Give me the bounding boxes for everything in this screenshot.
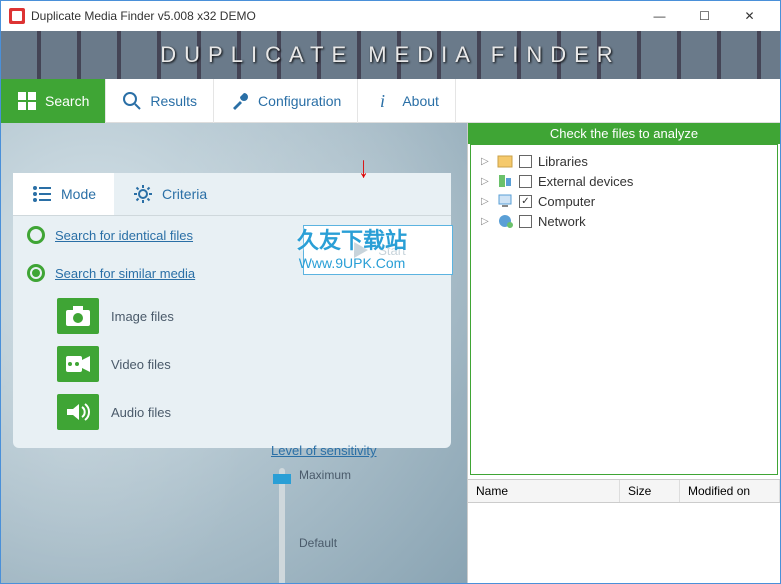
caret-icon[interactable]: ▷ bbox=[481, 176, 491, 187]
minimize-button[interactable]: — bbox=[637, 2, 682, 30]
option-similar-label[interactable]: Search for similar media bbox=[55, 266, 195, 281]
info-icon: i bbox=[374, 91, 394, 111]
left-pane: Mode Criteria Search for identical files… bbox=[1, 123, 467, 583]
search-grid-icon bbox=[17, 91, 37, 111]
file-grid-header: Name Size Modified on bbox=[468, 479, 780, 503]
tab-about-label: About bbox=[402, 93, 439, 109]
caret-icon[interactable]: ▷ bbox=[481, 196, 491, 207]
camera-icon bbox=[57, 298, 99, 334]
media-audio-row[interactable]: Audio files bbox=[13, 388, 451, 436]
option-identical-label[interactable]: Search for identical files bbox=[55, 228, 193, 243]
checkbox-network[interactable] bbox=[519, 215, 532, 228]
svg-text:i: i bbox=[380, 91, 385, 111]
caret-icon[interactable]: ▷ bbox=[481, 216, 491, 227]
col-size[interactable]: Size bbox=[620, 480, 680, 502]
sens-max-label: Maximum bbox=[299, 468, 351, 482]
radio-similar[interactable] bbox=[27, 264, 45, 282]
tree-item-network[interactable]: ▷ Network bbox=[481, 211, 767, 231]
watermark: 久友下载站 Www.9UPK.Com bbox=[297, 223, 407, 271]
media-image-label: Image files bbox=[111, 309, 174, 324]
tree-item-external[interactable]: ▷ External devices bbox=[481, 171, 767, 191]
tab-search-label: Search bbox=[45, 93, 89, 109]
right-header: Check the files to analyze bbox=[468, 123, 780, 144]
sensitivity-title: Level of sensitivity bbox=[271, 443, 421, 458]
media-video-row[interactable]: Video files bbox=[13, 340, 451, 388]
main-toolbar: Search Results Configuration i About bbox=[1, 79, 780, 123]
banner: DUPLICATE MEDIA FINDER bbox=[1, 31, 780, 79]
watermark-url: Www.9UPK.Com bbox=[297, 255, 407, 271]
slider-thumb[interactable] bbox=[273, 474, 291, 484]
banner-text: DUPLICATE MEDIA FINDER bbox=[160, 42, 620, 68]
col-modified[interactable]: Modified on bbox=[680, 480, 780, 502]
titlebar: Duplicate Media Finder v5.008 x32 DEMO —… bbox=[1, 1, 780, 31]
subtab-mode-label: Mode bbox=[61, 186, 96, 202]
right-pane: Check the files to analyze ▷ Libraries ▷… bbox=[467, 123, 780, 583]
location-tree[interactable]: ▷ Libraries ▷ External devices ▷ ✓ Compu… bbox=[470, 144, 778, 475]
search-panel: Mode Criteria Search for identical files… bbox=[13, 173, 451, 448]
media-video-label: Video files bbox=[111, 357, 171, 372]
col-name[interactable]: Name bbox=[468, 480, 620, 502]
external-devices-icon bbox=[497, 173, 513, 189]
window-title: Duplicate Media Finder v5.008 x32 DEMO bbox=[31, 9, 637, 23]
watermark-text: 久友下载站 bbox=[297, 223, 407, 255]
sensitivity-panel: Level of sensitivity Maximum Default Min… bbox=[271, 443, 421, 583]
media-audio-label: Audio files bbox=[111, 405, 171, 420]
close-button[interactable]: ✕ bbox=[727, 2, 772, 30]
subtab-criteria-label: Criteria bbox=[162, 186, 207, 202]
magnify-icon bbox=[122, 91, 142, 111]
network-icon bbox=[497, 213, 513, 229]
tree-label-libraries: Libraries bbox=[538, 154, 588, 169]
caret-icon[interactable]: ▷ bbox=[481, 156, 491, 167]
computer-icon bbox=[497, 193, 513, 209]
tab-search[interactable]: Search bbox=[1, 79, 106, 123]
speaker-icon bbox=[57, 394, 99, 430]
tab-about[interactable]: i About bbox=[358, 79, 456, 123]
tree-label-network: Network bbox=[538, 214, 586, 229]
media-image-row[interactable]: Image files bbox=[13, 292, 451, 340]
tab-results[interactable]: Results bbox=[106, 79, 214, 123]
checkbox-libraries[interactable] bbox=[519, 155, 532, 168]
tab-results-label: Results bbox=[150, 93, 197, 109]
video-icon bbox=[57, 346, 99, 382]
file-grid-body bbox=[468, 503, 780, 583]
app-icon bbox=[9, 8, 25, 24]
checkbox-computer[interactable]: ✓ bbox=[519, 195, 532, 208]
subtab-mode[interactable]: Mode bbox=[13, 173, 114, 215]
sens-default-label: Default bbox=[299, 536, 351, 550]
list-icon bbox=[31, 183, 53, 205]
maximize-button[interactable]: ☐ bbox=[682, 2, 727, 30]
tree-label-external: External devices bbox=[538, 174, 633, 189]
gear-icon bbox=[132, 183, 154, 205]
red-arrow-annotation: ↓ bbox=[358, 151, 369, 185]
tree-label-computer: Computer bbox=[538, 194, 595, 209]
tree-item-computer[interactable]: ▷ ✓ Computer bbox=[481, 191, 767, 211]
subtab-criteria[interactable]: Criteria bbox=[114, 173, 225, 215]
checkbox-external[interactable] bbox=[519, 175, 532, 188]
tab-configuration[interactable]: Configuration bbox=[214, 79, 358, 123]
radio-identical[interactable] bbox=[27, 226, 45, 244]
tools-icon bbox=[230, 91, 250, 111]
libraries-icon bbox=[497, 153, 513, 169]
tab-configuration-label: Configuration bbox=[258, 93, 341, 109]
sensitivity-slider[interactable] bbox=[279, 468, 285, 583]
tree-item-libraries[interactable]: ▷ Libraries bbox=[481, 151, 767, 171]
